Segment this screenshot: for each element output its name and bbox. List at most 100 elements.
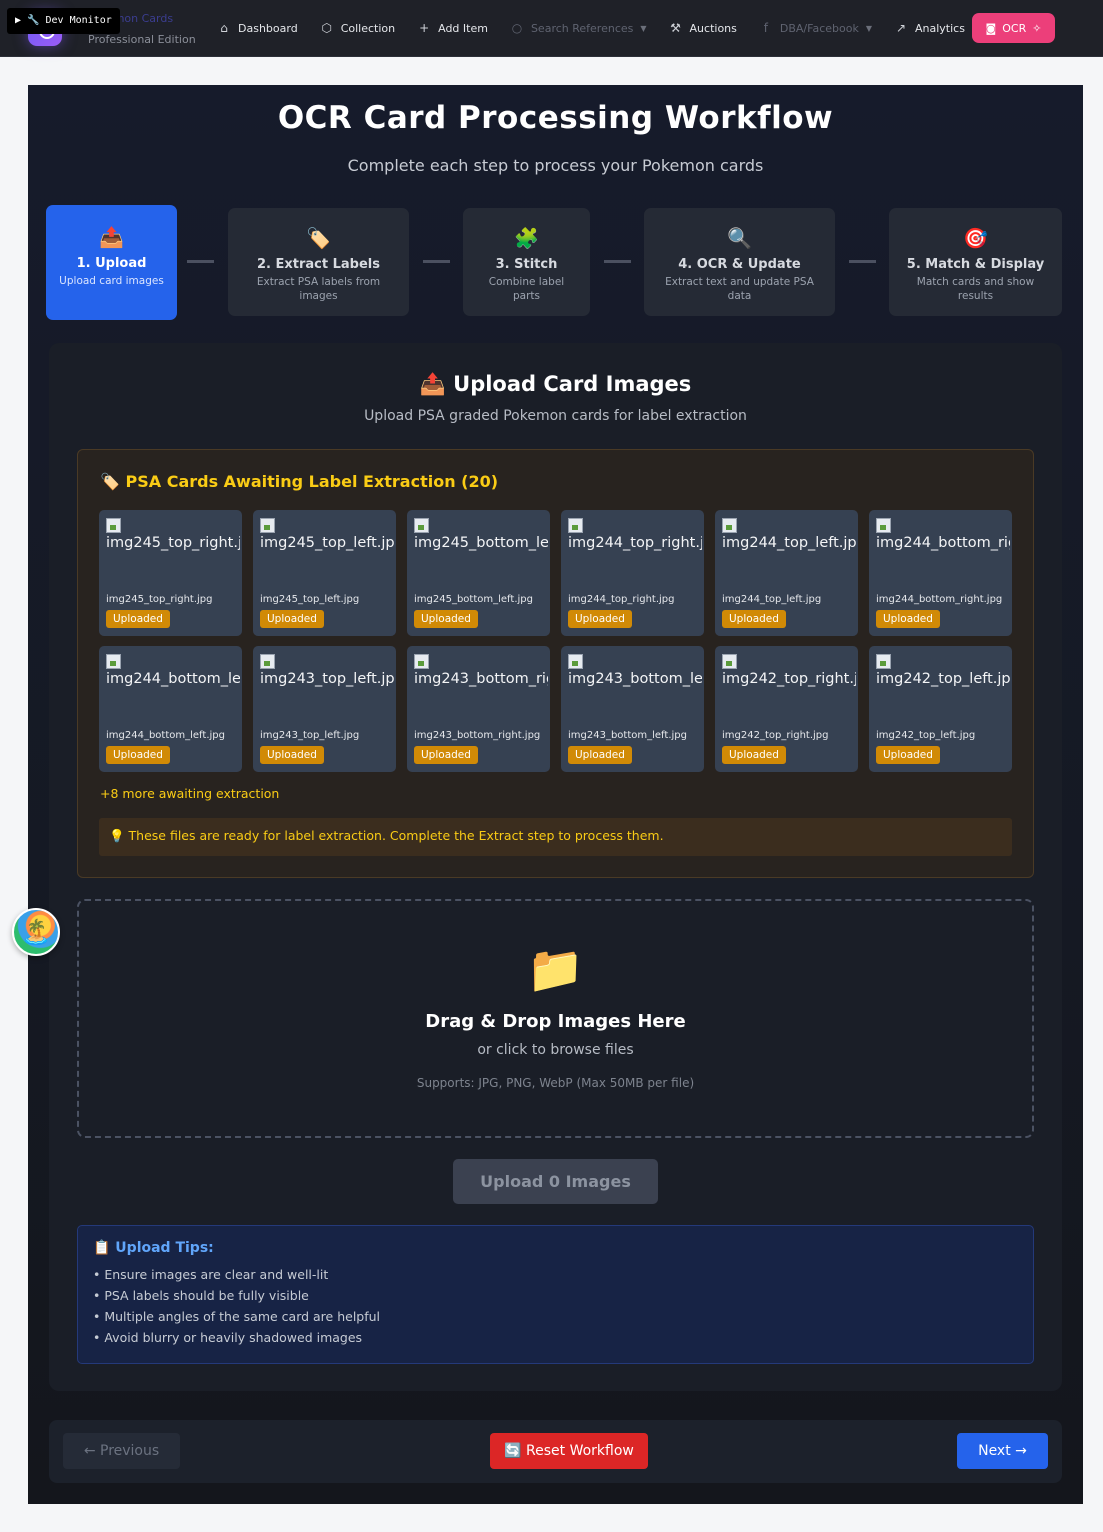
- card-image-alt: img244_top_right.jpg: [568, 535, 702, 551]
- status-badge: Uploaded: [722, 610, 786, 628]
- awaiting-card[interactable]: img245_top_left.jpg img245_top_left.jpg Up…: [253, 510, 396, 636]
- card-image: img243_top_left.jpg: [260, 654, 394, 694]
- awaiting-card[interactable]: img243_top_left.jpg img243_top_left.jpg Up…: [253, 646, 396, 772]
- awaiting-card[interactable]: img242_top_right.jpg img242_top_right.jpg…: [715, 646, 858, 772]
- awaiting-card[interactable]: img244_bottom_left.jpg img244_bottom_left…: [99, 646, 242, 772]
- nav-add-item-label: Add Item: [438, 21, 488, 35]
- step-description: Extract text and update PSA data: [665, 276, 814, 302]
- awaiting-card[interactable]: img243_bottom_left.jpg img243_bottom_left…: [561, 646, 704, 772]
- tip-item: • Ensure images are clear and well-lit: [93, 1267, 329, 1282]
- upload-tips: 📋 Upload Tips: • Ensure images are clear…: [77, 1225, 1034, 1364]
- search-icon: ○: [511, 21, 523, 35]
- card-filename: img244_top_right.jpg: [568, 594, 675, 605]
- dropzone-subtitle: or click to browse files: [477, 1042, 634, 1058]
- dropzone-title: Drag & Drop Images Here: [425, 1011, 686, 1032]
- card-image-alt: img243_bottom_left.jpg: [568, 671, 702, 687]
- tips-title: 📋 Upload Tips:: [93, 1240, 214, 1256]
- status-badge: Uploaded: [414, 746, 478, 764]
- card-filename: img245_bottom_left.jpg: [414, 594, 533, 605]
- step-description: Extract PSA labels from images: [256, 276, 381, 302]
- awaiting-card[interactable]: img243_bottom_right.jpg img243_bottom_rig…: [407, 646, 550, 772]
- nav-dashboard-label: Dashboard: [238, 21, 298, 35]
- box-icon: ⬡: [321, 21, 332, 35]
- top-navbar: Pokemon Cards Professional Edition ⌂ Das…: [0, 0, 1103, 57]
- awaiting-card[interactable]: img244_top_right.jpg img244_top_right.jpg…: [561, 510, 704, 636]
- step-stitch[interactable]: 🧩 3. Stitch Combine label parts: [463, 208, 590, 316]
- awaiting-card[interactable]: img242_top_left.jpg img242_top_left.jpg Up…: [869, 646, 1012, 772]
- nav-search-references-label: Search References: [530, 21, 634, 35]
- nav-ocr-button[interactable]: ◙ OCR ✧: [972, 13, 1055, 43]
- awaiting-card[interactable]: img244_top_left.jpg img244_top_left.jpg Up…: [715, 510, 858, 636]
- label-icon: 🏷️: [306, 226, 331, 250]
- step-title: 4. OCR & Update: [678, 257, 801, 272]
- next-button[interactable]: Next →: [957, 1433, 1048, 1469]
- nav-analytics[interactable]: ↗ Analytics: [883, 13, 976, 43]
- awaiting-card[interactable]: img245_top_right.jpg img245_top_right.jpg…: [99, 510, 242, 636]
- card-image: img244_bottom_right.jpg: [876, 518, 1010, 558]
- card-image: img245_bottom_left.jpg: [414, 518, 548, 558]
- awaiting-title: 🏷️ PSA Cards Awaiting Label Extraction (…: [100, 472, 499, 491]
- camera-icon: ◙: [985, 21, 997, 35]
- card-filename: img245_top_right.jpg: [106, 594, 213, 605]
- card-filename: img243_bottom_right.jpg: [414, 730, 541, 741]
- broken-image-icon: [568, 518, 583, 533]
- tip-item: • Avoid blurry or heavily shadowed image…: [93, 1330, 363, 1345]
- broken-image-icon: [260, 654, 275, 669]
- nav-auctions[interactable]: ⚒ Auctions: [658, 13, 748, 43]
- previous-button[interactable]: ← Previous: [63, 1433, 180, 1469]
- puzzle-icon: 🧩: [514, 226, 539, 250]
- card-filename: img245_top_left.jpg: [260, 594, 360, 605]
- awaiting-card[interactable]: img244_bottom_right.jpg img244_bottom_rig…: [869, 510, 1012, 636]
- card-filename: img244_bottom_left.jpg: [106, 730, 225, 741]
- card-image-alt: img245_top_left.jpg: [260, 535, 394, 551]
- facebook-icon: f: [763, 21, 768, 35]
- card-filename: img243_bottom_left.jpg: [568, 730, 687, 741]
- card-filename: img244_top_left.jpg: [722, 594, 822, 605]
- step-extract-labels[interactable]: 🏷️ 2. Extract Labels Extract PSA labels …: [228, 208, 409, 316]
- status-badge: Uploaded: [568, 746, 632, 764]
- awaiting-card[interactable]: img245_bottom_left.jpg img245_bottom_left…: [407, 510, 550, 636]
- upload-title: 📤 Upload Card Images: [419, 372, 692, 396]
- broken-image-icon: [876, 518, 891, 533]
- page-title: OCR Card Processing Workflow: [277, 100, 834, 136]
- card-image-alt: img243_top_left.jpg: [260, 671, 394, 687]
- nav-collection[interactable]: ⬡ Collection: [309, 13, 406, 43]
- card-image: img243_bottom_left.jpg: [568, 654, 702, 694]
- broken-image-icon: [260, 518, 275, 533]
- nav-ocr-label: OCR: [1002, 21, 1027, 35]
- card-image-alt: img244_bottom_left.jpg: [106, 671, 240, 687]
- step-title: 3. Stitch: [495, 257, 558, 272]
- extraction-notice: 💡 These files are ready for label extrac…: [99, 818, 1012, 856]
- broken-image-icon: [722, 518, 737, 533]
- step-description: Upload card images: [59, 275, 164, 287]
- dev-monitor-toggle[interactable]: ▶ 🔧 Dev Monitor: [7, 8, 120, 34]
- nav-dba-facebook[interactable]: f DBA/Facebook ▼: [748, 13, 883, 43]
- status-badge: Uploaded: [106, 610, 170, 628]
- floating-avatar[interactable]: 🏝️: [12, 908, 60, 956]
- card-image-alt: img244_top_left.jpg: [722, 535, 856, 551]
- step-match-display[interactable]: 🎯 5. Match & Display Match cards and sho…: [889, 208, 1062, 316]
- step-description: Match cards and show results: [916, 276, 1035, 302]
- status-badge: Uploaded: [722, 746, 786, 764]
- card-image-alt: img245_bottom_left.jpg: [414, 535, 548, 551]
- card-filename: img242_top_left.jpg: [876, 730, 976, 741]
- card-filename: img242_top_right.jpg: [722, 730, 829, 741]
- nav-dashboard[interactable]: ⌂ Dashboard: [206, 13, 309, 43]
- card-image: img243_bottom_right.jpg: [414, 654, 548, 694]
- step-ocr-update[interactable]: 🔍 4. OCR & Update Extract text and updat…: [644, 208, 835, 316]
- upload-images-button[interactable]: Upload 0 Images: [453, 1159, 658, 1204]
- status-badge: Uploaded: [876, 610, 940, 628]
- step-connector: [187, 260, 214, 263]
- sparkle-icon: ✧: [1032, 21, 1042, 35]
- gavel-icon: ⚒: [670, 21, 681, 35]
- step-title: 2. Extract Labels: [257, 257, 380, 272]
- broken-image-icon: [876, 654, 891, 669]
- reset-workflow-button[interactable]: 🔄 Reset Workflow: [490, 1433, 648, 1469]
- nav-add-item[interactable]: + Add Item: [406, 13, 499, 43]
- target-icon: 🎯: [963, 226, 988, 250]
- step-connector: [849, 260, 876, 263]
- brand-edition: Professional Edition: [88, 33, 196, 46]
- step-connector: [604, 260, 631, 263]
- step-upload[interactable]: 📤 1. Upload Upload card images: [46, 205, 177, 320]
- nav-search-references[interactable]: ○ Search References ▼: [499, 13, 658, 43]
